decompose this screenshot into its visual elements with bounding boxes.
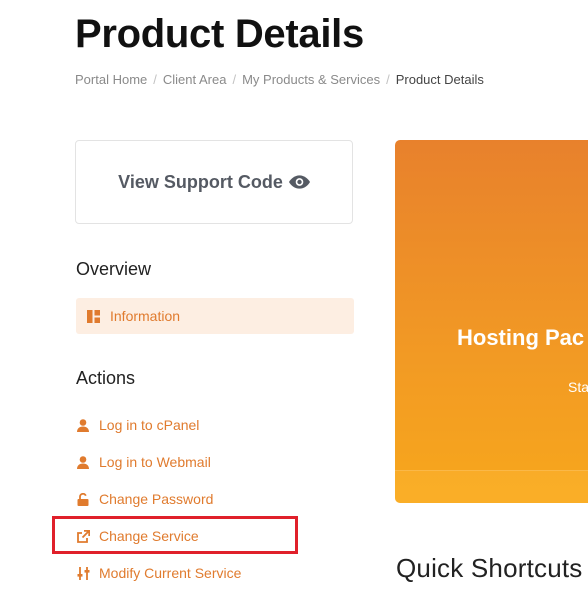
view-support-code-button[interactable]: View Support Code bbox=[75, 140, 353, 224]
external-link-icon bbox=[76, 529, 90, 543]
action-change-password[interactable]: Change Password bbox=[76, 491, 213, 507]
support-code-label: View Support Code bbox=[118, 171, 283, 192]
overview-heading: Overview bbox=[76, 259, 152, 279]
actions-heading: Actions bbox=[76, 368, 136, 388]
action-label: Log in to cPanel bbox=[99, 417, 200, 433]
breadcrumb-separator: / bbox=[153, 72, 157, 87]
eye-icon bbox=[288, 175, 310, 189]
breadcrumb-current: Product Details bbox=[395, 72, 484, 87]
dashboard-icon bbox=[87, 309, 100, 323]
breadcrumb-separator: / bbox=[232, 72, 237, 87]
product-hero-card: Hosting Pac Sta bbox=[395, 140, 588, 503]
hero-footer-strip bbox=[395, 470, 588, 503]
action-label: Modify Current Service bbox=[99, 565, 242, 581]
breadcrumb-separator: / bbox=[386, 72, 390, 87]
unlock-icon bbox=[76, 492, 90, 506]
breadcrumb-my-products[interactable]: My Products & Services bbox=[242, 72, 380, 87]
action-modify-current-service[interactable]: Modify Current Service bbox=[76, 565, 241, 581]
action-login-cpanel[interactable]: Log in to cPanel bbox=[76, 417, 199, 433]
action-label: Log in to Webmail bbox=[99, 454, 211, 470]
quick-shortcuts-heading: Quick Shortcuts bbox=[396, 553, 583, 583]
user-icon bbox=[76, 418, 90, 432]
action-label: Change Password bbox=[99, 491, 214, 507]
action-change-service[interactable]: Change Service bbox=[76, 528, 199, 544]
page-title: Product Details bbox=[75, 12, 364, 56]
breadcrumb-portal-home[interactable]: Portal Home bbox=[75, 72, 147, 87]
action-login-webmail[interactable]: Log in to Webmail bbox=[76, 454, 211, 470]
sliders-icon bbox=[76, 566, 90, 580]
hero-status: Sta bbox=[568, 379, 588, 395]
action-label: Change Service bbox=[99, 528, 199, 544]
sidebar-item-information[interactable]: Information bbox=[76, 298, 354, 334]
user-icon bbox=[76, 455, 90, 469]
breadcrumb-client-area[interactable]: Client Area bbox=[163, 72, 227, 87]
sidebar-item-label: Information bbox=[110, 308, 181, 324]
breadcrumb: Portal Home / Client Area / My Products & Se… bbox=[75, 72, 484, 87]
hero-product-title: Hosting Pac bbox=[457, 325, 585, 350]
